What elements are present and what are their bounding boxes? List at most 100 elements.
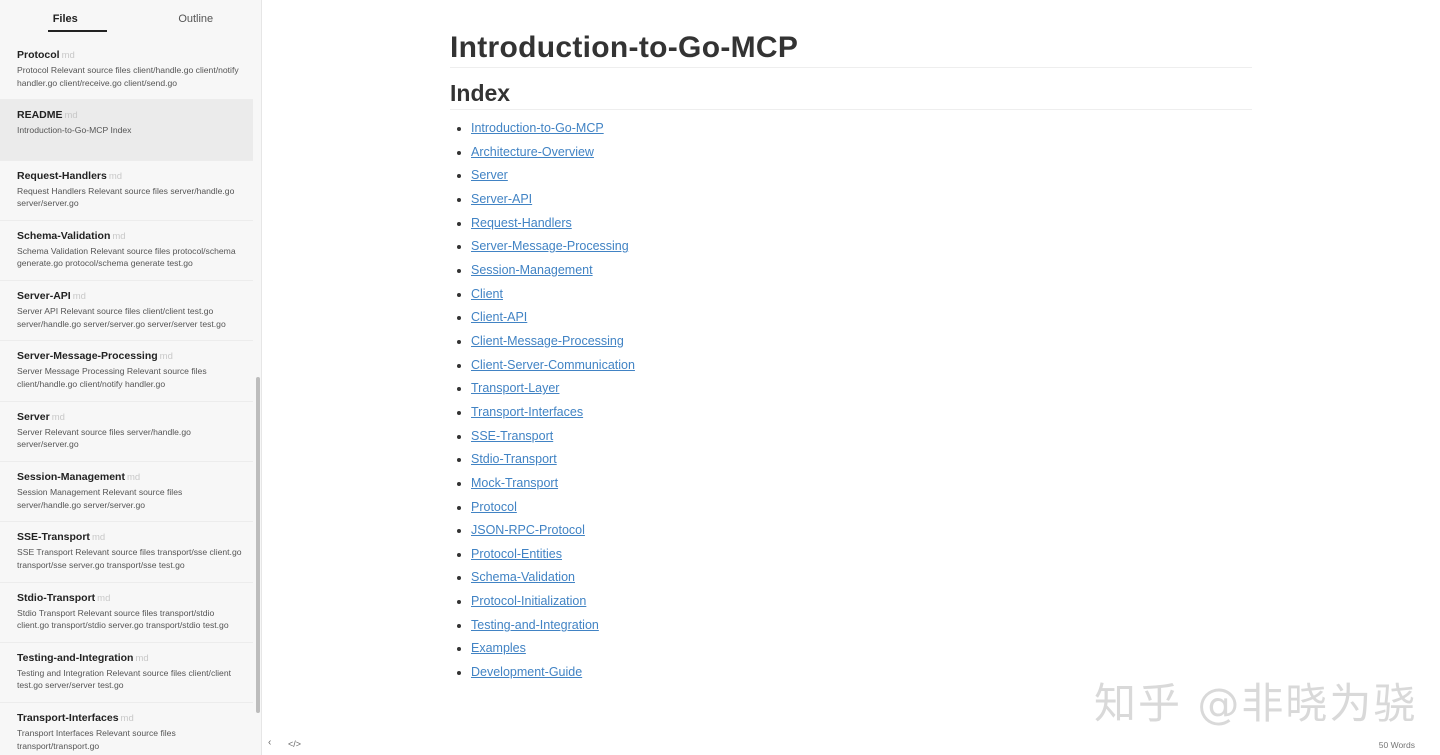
file-title: Session-Management md [17, 470, 243, 485]
list-item: Client-API [471, 306, 1252, 330]
file-item[interactable]: Protocol md Protocol Relevant source files… [0, 40, 253, 101]
file-name: Server-API [17, 290, 71, 303]
index-link[interactable]: Introduction-to-Go-MCP [471, 121, 604, 135]
editor-pane: Introduction-to-Go-MCP Index Introductio… [262, 0, 1440, 755]
file-title: Transport-Interfaces md [17, 711, 243, 726]
list-item: Protocol-Entities [471, 543, 1252, 567]
list-item: Session-Management [471, 259, 1252, 283]
file-item[interactable]: Server md Server Relevant source files ser… [0, 402, 253, 463]
file-extension: md [126, 472, 141, 484]
file-item[interactable]: SSE-Transport md SSE Transport Relevant so… [0, 522, 253, 583]
list-item: Client-Server-Communication [471, 354, 1252, 378]
word-count[interactable]: 50 Words [1379, 740, 1415, 750]
file-item[interactable]: Stdio-Transport md Stdio Transport Relevan… [0, 583, 253, 643]
list-item: Transport-Layer [471, 377, 1252, 401]
index-link[interactable]: Server-Message-Processing [471, 239, 629, 253]
file-title: Request-Handlers md [17, 169, 243, 184]
list-item: Architecture-Overview [471, 141, 1252, 165]
index-link[interactable]: Request-Handlers [471, 216, 572, 230]
index-link[interactable]: SSE-Transport [471, 429, 553, 443]
file-excerpt: Testing and Integration Relevant source … [17, 667, 232, 691]
file-excerpt: Schema Validation Relevant source files … [17, 245, 236, 269]
index-link[interactable]: Stdio-Transport [471, 452, 557, 466]
file-extension: md [72, 291, 86, 303]
index-link[interactable]: Client [471, 287, 503, 301]
index-link[interactable]: Development-Guide [471, 665, 582, 679]
file-title: Testing-and-Integration md [17, 651, 243, 666]
index-link[interactable]: Architecture-Overview [471, 145, 594, 159]
file-item[interactable]: Request-Handlers md Request Handlers Relev… [0, 161, 253, 221]
list-item: Examples [471, 637, 1252, 661]
index-link[interactable]: Transport-Interfaces [471, 405, 583, 419]
file-extension: md [159, 351, 173, 363]
file-extension: md [120, 713, 134, 725]
file-name: Server-Message-Processing [17, 350, 158, 363]
file-extension: md [61, 50, 75, 61]
file-name: Server [17, 410, 50, 423]
toggle-sidebar-icon[interactable]: ‹ [268, 737, 271, 748]
file-excerpt: Server Message Processing Relevant sourc… [17, 366, 207, 389]
sidebar: Files Outline Protocol md Protocol Relevan… [0, 0, 262, 755]
index-link[interactable]: Testing-and-Integration [471, 618, 599, 632]
index-list: Introduction-to-Go-MCP Architecture-Overv… [471, 117, 1252, 685]
file-excerpt: Server Relevant source files server/hand… [17, 426, 191, 450]
file-name: Testing-and-Integration [17, 651, 134, 664]
index-link[interactable]: Server [471, 168, 508, 182]
index-link[interactable]: Mock-Transport [471, 476, 558, 490]
index-link[interactable]: Client-API [471, 310, 527, 324]
file-name: README [17, 109, 63, 122]
sidebar-tabs: Files Outline [0, 0, 261, 40]
file-title: Server md [17, 410, 243, 425]
index-link[interactable]: Server-API [471, 192, 532, 206]
file-name: Stdio-Transport [17, 591, 96, 604]
list-item: Client [471, 283, 1252, 307]
status-bar: ‹ </> 50 Words [262, 735, 1440, 755]
file-item[interactable]: Session-Management md Session Management R… [0, 462, 253, 523]
index-link[interactable]: Session-Management [471, 263, 593, 277]
list-item: Stdio-Transport [471, 448, 1252, 472]
file-item[interactable]: Server-Message-Processing md Server Messag… [0, 341, 253, 402]
list-item: Server-Message-Processing [471, 235, 1252, 259]
file-name: Session-Management [17, 471, 125, 484]
list-item: Testing-and-Integration [471, 614, 1252, 638]
tab-outline[interactable]: Outline [131, 0, 262, 40]
index-link[interactable]: Protocol-Entities [471, 547, 562, 561]
file-extension: md [97, 592, 111, 604]
index-link[interactable]: Client-Message-Processing [471, 334, 624, 348]
index-link[interactable]: JSON-RPC-Protocol [471, 523, 585, 537]
index-link[interactable]: Examples [471, 641, 526, 655]
tab-files[interactable]: Files [0, 0, 131, 40]
index-link[interactable]: Transport-Layer [471, 381, 559, 395]
sidebar-scrollbar[interactable] [256, 377, 260, 713]
file-title: Stdio-Transport md [17, 591, 243, 606]
file-name: Protocol [17, 49, 60, 61]
list-item: Request-Handlers [471, 212, 1252, 236]
index-link[interactable]: Protocol-Initialization [471, 594, 586, 608]
list-item: Introduction-to-Go-MCP [471, 117, 1252, 141]
document-content: Introduction-to-Go-MCP Index Introductio… [450, 30, 1252, 685]
file-item[interactable]: Transport-Interfaces md Transport Interfac… [0, 703, 253, 755]
section-heading: Index [450, 78, 1252, 110]
file-name: Transport-Interfaces [17, 712, 119, 725]
list-item: Server-API [471, 188, 1252, 212]
file-excerpt: Protocol Relevant source files client/ha… [17, 65, 239, 88]
index-link[interactable]: Protocol [471, 500, 517, 514]
source-code-mode-icon[interactable]: </> [288, 739, 301, 749]
file-title: README md [17, 108, 243, 123]
file-item[interactable]: Server-API md Server API Relevant source f… [0, 281, 253, 342]
file-extension: md [51, 411, 65, 423]
file-title: Server-API md [17, 289, 243, 304]
index-link[interactable]: Client-Server-Communication [471, 358, 635, 372]
list-item: Protocol-Initialization [471, 590, 1252, 614]
file-item[interactable]: README md Introduction-to-Go-MCP Index [0, 100, 253, 161]
file-item[interactable]: Testing-and-Integration md Testing and Int… [0, 643, 253, 704]
file-title: SSE-Transport md [17, 530, 243, 545]
file-title: Server-Message-Processing md [17, 349, 243, 364]
document-title: Introduction-to-Go-MCP [450, 30, 1252, 68]
file-item[interactable]: Schema-Validation md Schema Validation Rel… [0, 221, 253, 282]
file-excerpt: Session Management Relevant source files… [17, 487, 183, 510]
file-extension: md [91, 532, 106, 544]
index-link[interactable]: Schema-Validation [471, 570, 575, 584]
file-extension: md [108, 170, 123, 182]
list-item: Client-Message-Processing [471, 330, 1252, 354]
